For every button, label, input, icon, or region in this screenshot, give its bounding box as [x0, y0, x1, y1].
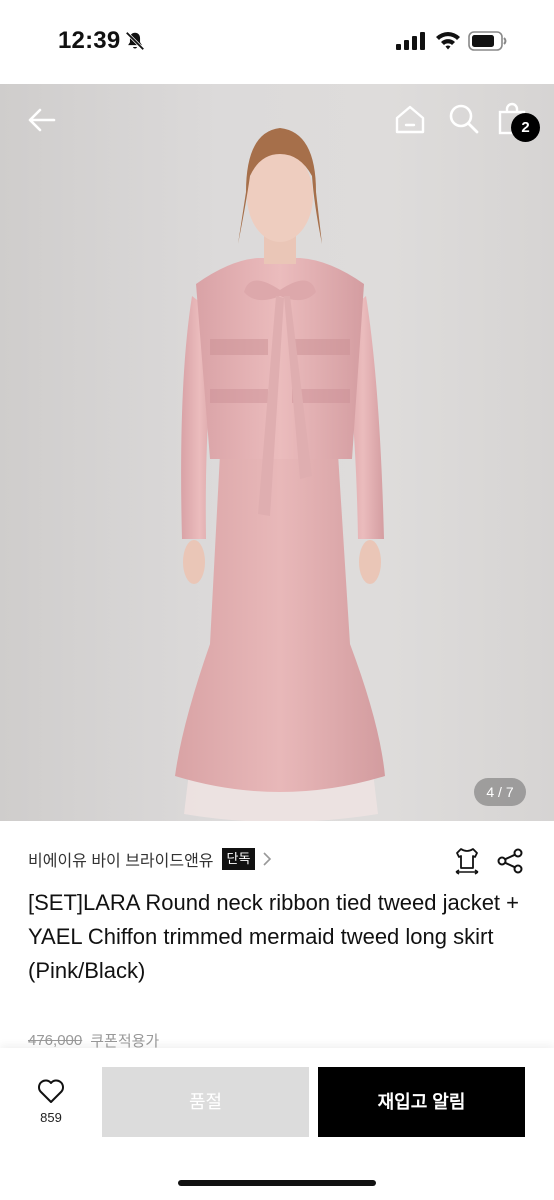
- soldout-button[interactable]: 품절: [102, 1067, 309, 1137]
- status-time: 12:39: [58, 27, 121, 54]
- gallery-page-indicator: 4 / 7: [474, 778, 526, 806]
- product-title: [SET]LARA Round neck ribbon tied tweed j…: [28, 890, 520, 983]
- status-bar: 12:39: [0, 0, 554, 84]
- cellular-signal-icon: [396, 32, 425, 50]
- home-icon[interactable]: [393, 102, 427, 136]
- share-icon[interactable]: [496, 847, 524, 875]
- chevron-right-icon[interactable]: [261, 851, 273, 867]
- product-photo: [175, 128, 385, 821]
- brand-row[interactable]: 비에이유 바이 브라이드앤유 단독: [28, 846, 273, 872]
- like-button[interactable]: 859: [26, 1078, 76, 1134]
- bell-slash-icon: [125, 31, 145, 51]
- bottom-action-bar: 859 품절 재입고 알림: [0, 1048, 554, 1200]
- back-arrow-icon[interactable]: [24, 102, 60, 138]
- original-price: 476,000: [28, 1032, 83, 1049]
- search-icon[interactable]: [447, 102, 481, 136]
- heart-icon[interactable]: [37, 1078, 65, 1104]
- like-count: 859: [40, 1110, 62, 1125]
- exclusive-badge: 단독: [221, 848, 256, 870]
- product-image-gallery[interactable]: 2 4 / 7: [0, 84, 554, 821]
- home-indicator: [178, 1180, 376, 1186]
- brand-name[interactable]: 비에이유 바이 브라이드앤유: [28, 847, 214, 871]
- restock-alert-button[interactable]: 재입고 알림: [318, 1067, 525, 1137]
- size-guide-icon[interactable]: [452, 846, 482, 876]
- wifi-icon: [436, 32, 460, 50]
- battery-icon: [468, 31, 507, 51]
- cart-count-badge[interactable]: 2: [511, 113, 540, 142]
